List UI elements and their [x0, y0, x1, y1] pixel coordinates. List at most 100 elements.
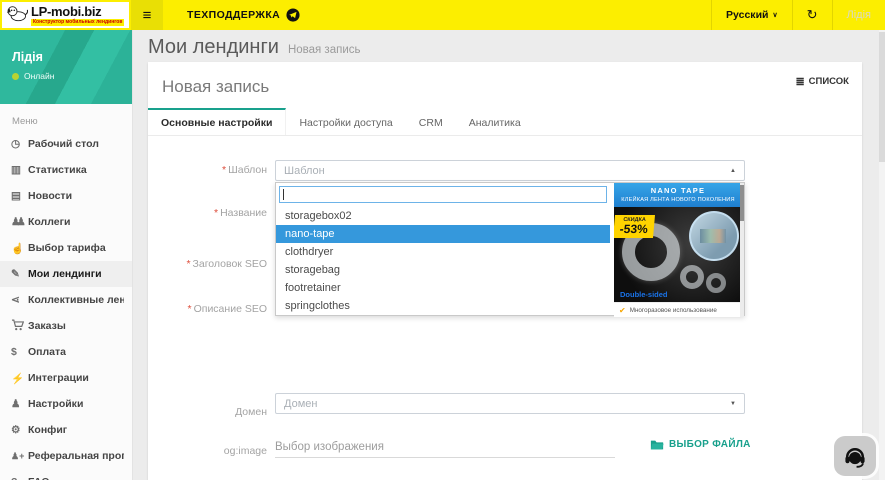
dropdown-option[interactable]: footretainer	[276, 279, 610, 297]
domain-select[interactable]: Домен ▼	[275, 393, 745, 414]
list-icon: ≣	[795, 75, 804, 88]
menu-section-label: Меню	[0, 104, 132, 131]
sidebar-item-referral[interactable]: ♟+ Реферальная программа	[0, 443, 132, 469]
preview-caption: Double-sided	[620, 290, 668, 299]
language-selector[interactable]: Русский ∨	[711, 0, 792, 30]
dropdown-option-list: storagebox02 nano-tape clothdryer storag…	[276, 207, 610, 315]
preview-banner-header: NANO TAPE КЛЕЙКАЯ ЛЕНТА НОВОГО ПОКОЛЕНИЯ	[614, 183, 742, 207]
dropdown-option-highlighted[interactable]: nano-tape	[276, 225, 610, 243]
sidebar-item-faq[interactable]: ? FAQ	[0, 469, 132, 480]
sidebar-item-dashboard[interactable]: ◷ Рабочий стол	[0, 131, 132, 157]
sidebar-item-news[interactable]: ▤ Новости	[0, 183, 132, 209]
account-menu[interactable]: Лідія	[832, 0, 885, 30]
seo-desc-field-label: Описание SEO	[148, 303, 267, 315]
account-username: Лідія	[847, 9, 871, 21]
template-field-label: Шаблон	[148, 164, 267, 176]
plug-icon: ⚡	[11, 372, 28, 385]
preview-feature-text: Многоразовое использование	[630, 307, 717, 314]
dropdown-option[interactable]: storagebox02	[276, 207, 610, 225]
caret-up-icon: ▲	[730, 168, 736, 174]
logo-subtitle: Конструктор мобильных лендингов	[31, 19, 124, 26]
dropdown-option[interactable]: storagebag	[276, 261, 610, 279]
refresh-icon: ↻	[807, 7, 818, 23]
tab-main-settings[interactable]: Основные настройки	[148, 108, 286, 135]
tab-crm[interactable]: CRM	[406, 108, 456, 135]
content-header: Мои лендинги Новая запись	[148, 36, 865, 59]
dropdown-scrollbar-thumb[interactable]	[740, 185, 744, 221]
template-dropdown: storagebox02 nano-tape clothdryer storag…	[275, 182, 745, 316]
sidebar: Лідія Онлайн Меню ◷ Рабочий стол ▥ Стати…	[0, 30, 133, 480]
support-label: ТЕХПОДДЕРЖКА	[187, 9, 280, 21]
preview-subtitle: КЛЕЙКАЯ ЛЕНТА НОВОГО ПОКОЛЕНИЯ	[614, 197, 742, 203]
gear-icon: ⚙	[11, 424, 28, 436]
hamburger-icon: ≡	[143, 7, 152, 24]
og-image-input[interactable]	[275, 436, 615, 458]
support-link[interactable]: ТЕХПОДДЕРЖКА	[163, 0, 318, 30]
new-record-card: Новая запись ≣ СПИСОК Основные настройки…	[148, 62, 862, 480]
top-bar: LP-mobi.biz Конструктор мобильных лендин…	[0, 0, 885, 30]
main-settings-form: Шаблон Название Заголовок SEO Описание S…	[148, 136, 862, 480]
sidebar-item-settings[interactable]: ♟ Настройки	[0, 391, 132, 417]
sidebar-item-tariff[interactable]: ☝ Выбор тарифа	[0, 235, 132, 261]
check-icon: ✔	[619, 306, 626, 315]
pencil-icon: ✎	[11, 268, 28, 280]
og-image-field-label: og:image	[148, 445, 267, 457]
newspaper-icon: ▤	[11, 190, 28, 202]
list-button[interactable]: ≣ СПИСОК	[795, 75, 849, 88]
tab-access-settings[interactable]: Настройки доступа	[286, 108, 405, 135]
breadcrumb: Новая запись	[288, 44, 361, 56]
page-scrollbar-thumb[interactable]	[879, 32, 885, 162]
discount-badge: СКИДКА -53%	[614, 215, 655, 238]
tape-roll-small	[680, 265, 704, 289]
share-icon: ⋖	[11, 294, 28, 306]
card-title: Новая запись	[162, 77, 269, 96]
folder-icon	[650, 439, 664, 450]
caret-down-icon: ▼	[730, 401, 736, 407]
template-preview-image: NANO TAPE КЛЕЙКАЯ ЛЕНТА НОВОГО ПОКОЛЕНИЯ…	[614, 183, 742, 317]
sidebar-item-config[interactable]: ⚙ Конфиг	[0, 417, 132, 443]
sidebar-toggle-button[interactable]: ≡	[131, 0, 163, 30]
sidebar-item-orders[interactable]: Заказы	[0, 313, 132, 339]
preview-feature-row: ✔ Многоразовое использование	[614, 302, 742, 317]
user-plus-icon: ♟+	[11, 451, 28, 462]
logo[interactable]: LP-mobi.biz Конструктор мобильных лендин…	[0, 0, 131, 30]
tab-analytics[interactable]: Аналитика	[456, 108, 534, 135]
chevron-down-icon: ∨	[772, 11, 777, 19]
domain-field-label: Домен	[148, 406, 267, 418]
tab-bar: Основные настройки Настройки доступа CRM…	[148, 108, 862, 136]
choose-file-button[interactable]: ВЫБОР ФАЙЛА	[650, 439, 751, 450]
sidebar-item-my-landings[interactable]: ✎ Мои лендинги	[0, 261, 132, 287]
sidebar-item-statistics[interactable]: ▥ Статистика	[0, 157, 132, 183]
dropdown-search-input[interactable]	[279, 186, 607, 203]
thumb-up-icon: ☝	[11, 242, 28, 255]
sidebar-item-integrations[interactable]: ⚡ Интеграции	[0, 365, 132, 391]
text-caret	[283, 189, 284, 200]
telegram-icon	[286, 8, 300, 22]
sidebar-item-collective-landings[interactable]: ⋖ Коллективные лендинги	[0, 287, 132, 313]
user-icon: ♟	[11, 398, 28, 410]
users-icon: ♟♟	[11, 216, 28, 228]
user-status-label: Онлайн	[24, 71, 54, 81]
page-title: Мои лендинги	[148, 36, 279, 59]
preview-inset-circle	[689, 211, 739, 261]
dashboard-icon: ◷	[11, 138, 28, 150]
user-name: Лідія	[12, 50, 120, 64]
dropdown-option[interactable]: springclothes	[276, 297, 610, 315]
dropdown-scrollbar[interactable]	[740, 183, 744, 317]
template-select[interactable]: Шаблон ▲	[275, 160, 745, 181]
refresh-button[interactable]: ↻	[792, 0, 832, 30]
page-scrollbar[interactable]	[879, 30, 885, 480]
chart-icon: ▥	[11, 164, 28, 176]
headset-icon	[842, 444, 868, 469]
preview-title: NANO TAPE	[614, 186, 742, 195]
sidebar-item-colleagues[interactable]: ♟♟ Коллеги	[0, 209, 132, 235]
sidebar-item-payment[interactable]: $ Оплата	[0, 339, 132, 365]
dropdown-option[interactable]: clothdryer	[276, 243, 610, 261]
language-label: Русский	[726, 9, 768, 21]
dog-logo-icon	[6, 4, 28, 27]
question-icon: ?	[11, 476, 28, 480]
preview-photo: СКИДКА -53% Double-sided	[614, 207, 742, 302]
support-chat-widget[interactable]	[834, 436, 876, 476]
seo-title-field-label: Заголовок SEO	[148, 258, 267, 270]
online-status-dot	[12, 73, 19, 80]
